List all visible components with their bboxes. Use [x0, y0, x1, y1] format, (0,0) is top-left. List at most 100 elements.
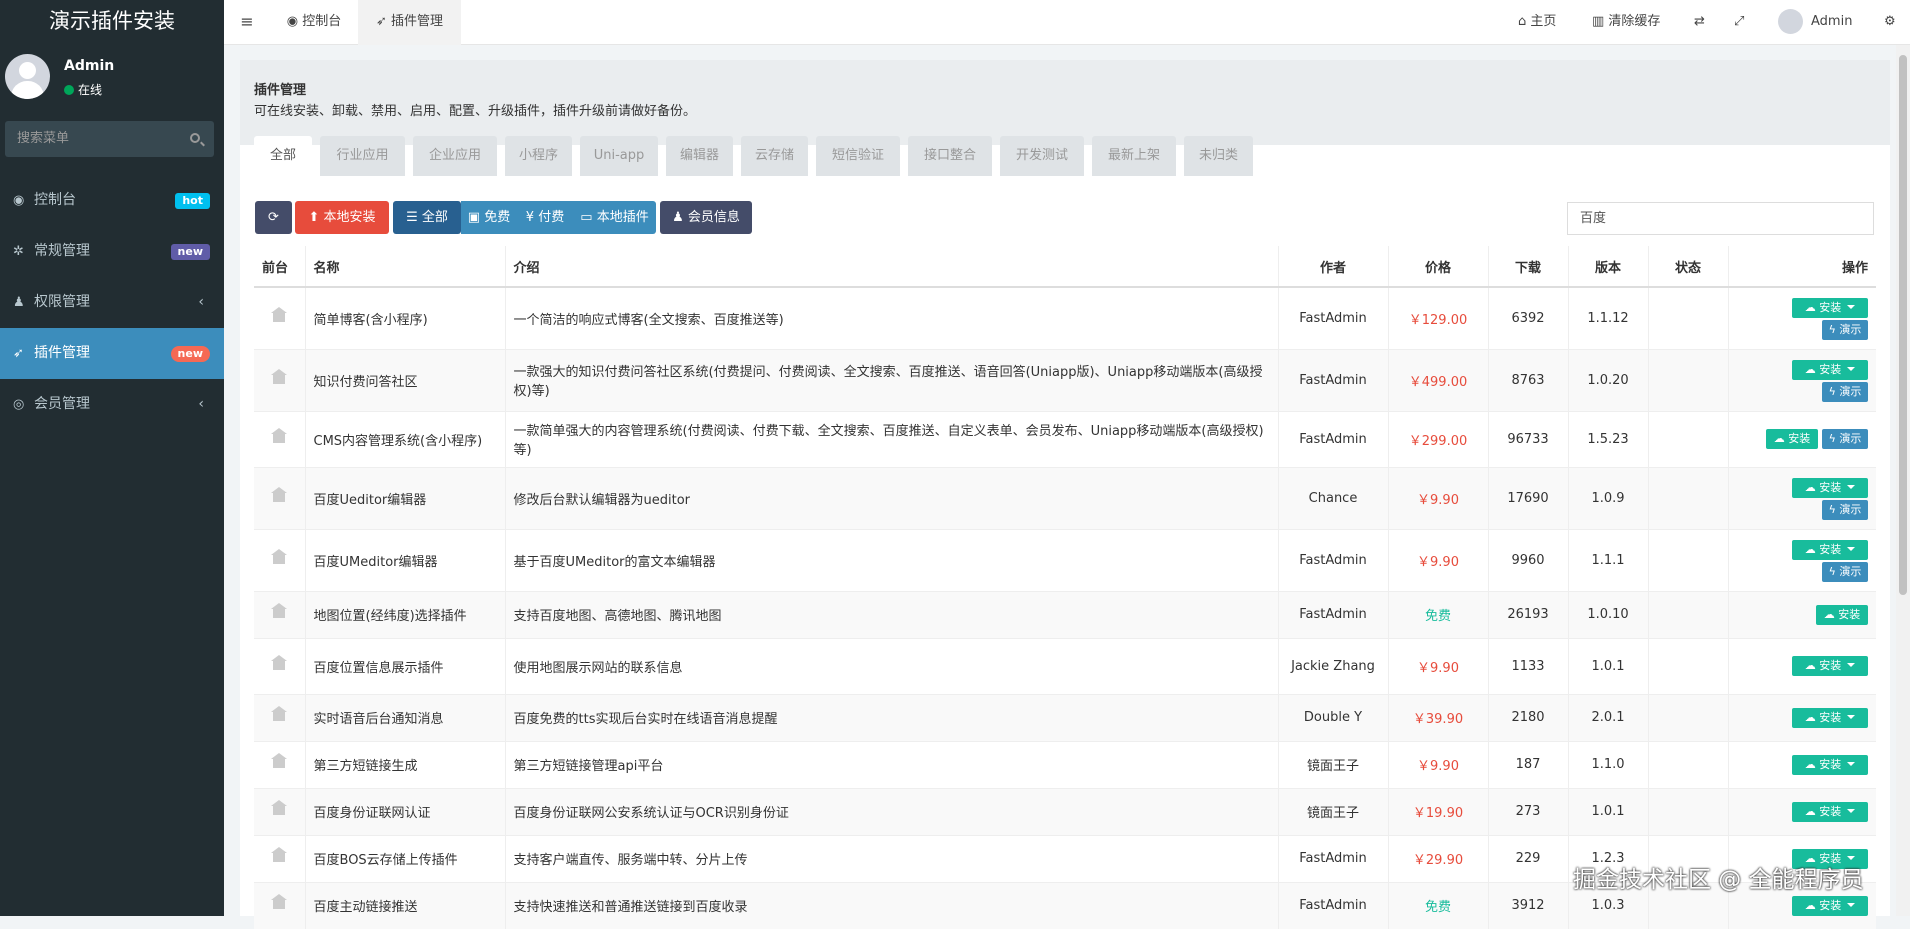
demo-button[interactable]: ϟ 演示: [1822, 500, 1868, 520]
author-cell[interactable]: FastAdmin: [1277, 286, 1388, 349]
home-icon[interactable]: [271, 603, 288, 618]
author-cell[interactable]: Chance: [1277, 466, 1388, 529]
install-button[interactable]: ☁ 安装: [1792, 707, 1868, 728]
sidebar-item-auth[interactable]: ♟ 权限管理 ‹: [0, 277, 224, 328]
col-price[interactable]: 价格: [1387, 246, 1488, 288]
author-cell[interactable]: FastAdmin: [1277, 528, 1388, 591]
col-status[interactable]: 状态: [1647, 246, 1728, 288]
translate-icon[interactable]: ⇄: [1694, 0, 1714, 45]
author-cell[interactable]: FastAdmin: [1277, 410, 1388, 467]
name-cell[interactable]: 百度BOS云存储上传插件: [304, 834, 505, 882]
user-menu[interactable]: Admin: [1778, 0, 1878, 45]
tab-category[interactable]: Uni-app: [580, 136, 658, 176]
tab-dashboard[interactable]: ◉ 控制台: [270, 0, 358, 45]
name-cell[interactable]: 百度Ueditor编辑器: [304, 466, 505, 529]
filter-paid-button[interactable]: ¥ 付费: [517, 201, 573, 234]
demo-button[interactable]: ϟ 演示: [1822, 562, 1868, 582]
install-button[interactable]: ☁ 安装: [1792, 801, 1868, 822]
author-cell[interactable]: FastAdmin: [1277, 348, 1388, 411]
demo-button[interactable]: ϟ 演示: [1822, 320, 1868, 341]
filter-all-button[interactable]: ☰ 全部: [393, 201, 461, 234]
col-name[interactable]: 名称: [304, 246, 505, 288]
author-cell[interactable]: FastAdmin: [1277, 590, 1388, 638]
home-icon[interactable]: [271, 654, 288, 670]
tab-category[interactable]: 云存储: [741, 136, 808, 176]
install-button[interactable]: ☁ 安装: [1792, 754, 1868, 775]
search-icon[interactable]: [190, 133, 200, 143]
col-version[interactable]: 版本: [1567, 246, 1648, 288]
tab-category[interactable]: 最新上架: [1092, 136, 1176, 176]
sidebar-item-addon[interactable]: ➶ 插件管理 new: [0, 328, 224, 379]
menu-search-input[interactable]: 搜索菜单: [5, 121, 214, 157]
name-cell[interactable]: 实时语音后台通知消息: [304, 693, 505, 741]
author-cell[interactable]: 镜面王子: [1277, 740, 1388, 788]
install-button[interactable]: ☁ 安装: [1766, 429, 1818, 449]
fullscreen-icon[interactable]: ⤢: [1734, 0, 1754, 45]
tab-category[interactable]: 企业应用: [413, 136, 497, 176]
col-frontend[interactable]: 前台: [254, 246, 305, 288]
member-info-button[interactable]: ♟ 会员信息: [660, 201, 752, 234]
refresh-button[interactable]: ⟳: [255, 201, 292, 234]
tab-category[interactable]: 全部: [254, 136, 312, 176]
name-cell[interactable]: 百度主动链接推送: [304, 881, 505, 929]
author-cell[interactable]: Double Y: [1277, 693, 1388, 741]
menu-toggle-icon[interactable]: ≡: [224, 0, 270, 45]
install-button[interactable]: ☁ 安装: [1792, 895, 1868, 916]
demo-button[interactable]: ϟ 演示: [1822, 382, 1868, 402]
col-downloads[interactable]: 下载: [1487, 246, 1568, 288]
tab-category[interactable]: 开发测试: [1000, 136, 1084, 176]
name-cell[interactable]: 百度身份证联网认证: [304, 787, 505, 835]
author-cell[interactable]: Jackie Zhang: [1277, 637, 1388, 694]
tab-addon[interactable]: ➶ 插件管理: [358, 0, 461, 45]
app-title[interactable]: 演示插件安装: [0, 0, 224, 45]
scrollbar[interactable]: [1896, 45, 1910, 916]
home-icon[interactable]: [271, 427, 288, 443]
author-cell[interactable]: FastAdmin: [1277, 834, 1388, 882]
demo-button[interactable]: ϟ 演示: [1822, 429, 1868, 449]
install-button[interactable]: ☁ 安装: [1792, 360, 1868, 380]
sidebar-item-general[interactable]: ✲ 常规管理 new: [0, 226, 224, 277]
tab-category[interactable]: 接口整合: [908, 136, 992, 176]
name-cell[interactable]: 知识付费问答社区: [304, 348, 505, 411]
local-install-button[interactable]: ⬆ 本地安装: [295, 201, 389, 234]
home-icon[interactable]: [271, 368, 288, 384]
install-button[interactable]: ☁ 安装: [1792, 656, 1868, 676]
install-button[interactable]: ☁ 安装: [1792, 540, 1868, 560]
home-icon[interactable]: [271, 753, 288, 768]
col-intro[interactable]: 介绍: [504, 246, 1278, 288]
name-cell[interactable]: 第三方短链接生成: [304, 740, 505, 788]
search-input[interactable]: 百度: [1567, 202, 1874, 235]
author-cell[interactable]: FastAdmin: [1277, 881, 1388, 929]
sidebar-item-dashboard[interactable]: ◉ 控制台 hot: [0, 175, 224, 226]
install-button[interactable]: ☁ 安装: [1816, 604, 1868, 625]
name-cell[interactable]: CMS内容管理系统(含小程序): [304, 410, 505, 467]
filter-free-button[interactable]: ▣ 免费: [461, 201, 517, 234]
home-icon[interactable]: [271, 548, 288, 564]
install-button[interactable]: ☁ 安装: [1792, 298, 1868, 319]
settings-icon[interactable]: ⚙: [1884, 0, 1904, 45]
name-cell[interactable]: 百度UMeditor编辑器: [304, 528, 505, 591]
col-operate[interactable]: 操作: [1727, 246, 1876, 288]
author-cell[interactable]: 镜面王子: [1277, 787, 1388, 835]
tab-category[interactable]: 未归类: [1184, 136, 1253, 176]
home-icon[interactable]: [271, 706, 288, 721]
home-icon[interactable]: [271, 306, 288, 322]
name-cell[interactable]: 地图位置(经纬度)选择插件: [304, 590, 505, 638]
home-icon[interactable]: [271, 894, 288, 910]
col-author[interactable]: 作者: [1277, 246, 1388, 288]
filter-local-button[interactable]: ▭ 本地插件: [573, 201, 656, 234]
tab-category[interactable]: 小程序: [505, 136, 572, 176]
install-button[interactable]: ☁ 安装: [1792, 478, 1868, 498]
tab-category[interactable]: 短信验证: [816, 136, 900, 176]
home-icon[interactable]: [271, 800, 288, 815]
name-cell[interactable]: 简单博客(含小程序): [304, 286, 505, 349]
clear-cache-button[interactable]: ▥ 清除缓存: [1592, 0, 1680, 45]
sidebar-item-member[interactable]: ◎ 会员管理 ‹: [0, 379, 224, 430]
scrollbar-thumb[interactable]: [1899, 55, 1907, 595]
tab-category[interactable]: 行业应用: [320, 136, 405, 176]
name-cell[interactable]: 百度位置信息展示插件: [304, 637, 505, 694]
home-link[interactable]: ⌂ 主页: [1518, 0, 1578, 45]
tab-category[interactable]: 编辑器: [666, 136, 733, 176]
home-icon[interactable]: [271, 486, 288, 502]
home-icon[interactable]: [271, 847, 288, 862]
